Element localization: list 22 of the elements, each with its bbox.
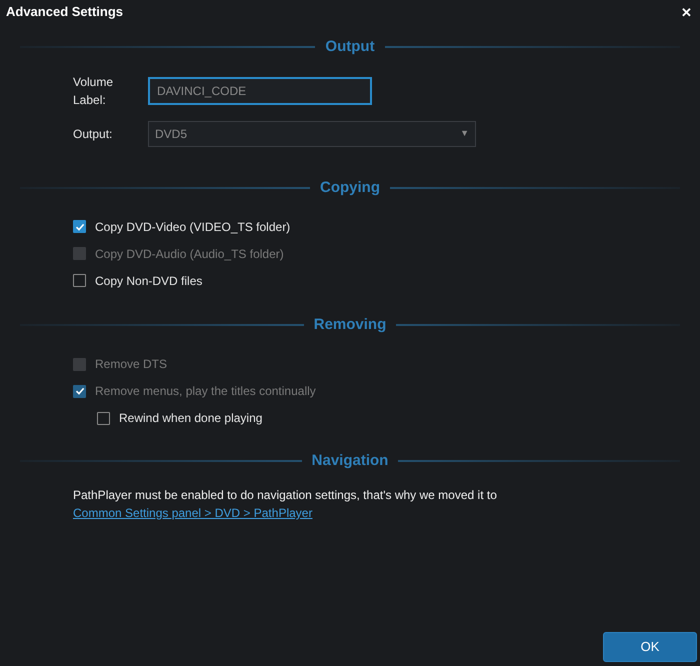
section-title: Copying xyxy=(320,178,380,198)
checkbox-label: Remove DTS xyxy=(95,356,168,373)
section-title: Removing xyxy=(314,315,386,335)
field-label: Volume Label: xyxy=(73,74,114,108)
section-title: Navigation xyxy=(312,450,388,470)
checkbox-label[interactable]: Copy DVD-Video (VIDEO_TS folder) xyxy=(95,218,290,236)
ok-button[interactable]: OK xyxy=(603,632,697,662)
checkbox-label[interactable]: Copy Non-DVD files xyxy=(95,272,202,290)
text-field[interactable]: DAVINCI_CODE xyxy=(148,76,372,104)
caret-icon: ▼ xyxy=(460,126,469,140)
close-button[interactable]: ✕ xyxy=(679,6,694,18)
checkbox[interactable] xyxy=(73,274,86,287)
note-text: PathPlayer must be enabled to do navigation settings, that's why we moved it to Common Settings panel > DVD > PathPlayer xyxy=(73,487,498,522)
checkbox-label: Copy DVD-Audio (Audio_TS folder) xyxy=(95,246,284,262)
checkbox-label: Remove menus, play the titles continually xyxy=(95,383,316,400)
field-label: Output: xyxy=(73,126,114,142)
section-title: Output xyxy=(325,37,375,57)
check-icon xyxy=(74,222,84,232)
settings-link[interactable]: Common Settings panel > DVD > PathPlayer xyxy=(73,506,312,520)
dropdown[interactable]: DVD5 ▼ xyxy=(148,120,476,146)
checkbox[interactable] xyxy=(73,220,86,233)
window-title: Advanced Settings xyxy=(6,3,124,22)
